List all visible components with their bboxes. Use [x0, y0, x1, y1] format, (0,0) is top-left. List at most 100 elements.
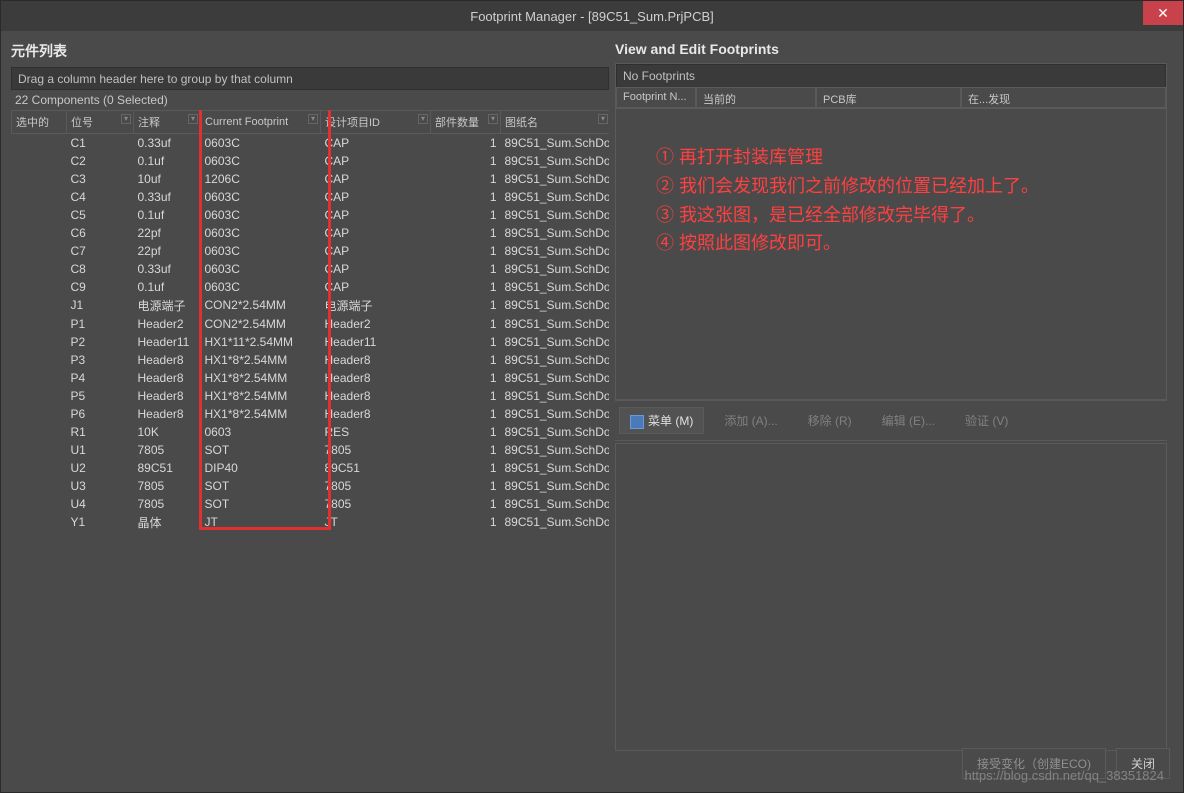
table-cell[interactable]	[12, 351, 67, 369]
validate-button[interactable]: 验证 (V)	[955, 408, 1018, 433]
table-cell[interactable]: C9	[67, 278, 134, 296]
table-cell[interactable]: 0603C	[201, 206, 321, 224]
table-row[interactable]: Y1晶体JTJT189C51_Sum.SchDoc	[12, 513, 610, 532]
table-cell[interactable]	[12, 278, 67, 296]
table-row[interactable]: C20.1uf0603CCAP189C51_Sum.SchDoc	[12, 152, 610, 170]
table-cell[interactable]: C3	[67, 170, 134, 188]
table-cell[interactable]: 0603C	[201, 278, 321, 296]
filter-icon[interactable]: ▾	[488, 114, 498, 124]
table-cell[interactable]: HX1*8*2.54MM	[201, 369, 321, 387]
close-dialog-button[interactable]: 关闭	[1116, 748, 1170, 779]
table-cell[interactable]: 89C51_Sum.SchDoc	[501, 495, 610, 513]
col-selected[interactable]: 选中的	[12, 111, 67, 134]
table-cell[interactable]: CAP	[321, 242, 431, 260]
table-row[interactable]: P5Header8HX1*8*2.54MMHeader8189C51_Sum.S…	[12, 387, 610, 405]
components-table[interactable]: 选中的 位号▾ 注释▾ Current Footprint▾ 设计项目ID▾ 部…	[11, 110, 609, 532]
table-cell[interactable]: 0.33uf	[134, 188, 201, 206]
table-cell[interactable]: 7805	[321, 441, 431, 459]
table-cell[interactable]: 1	[431, 224, 501, 242]
table-cell[interactable]: 89C51_Sum.SchDoc	[501, 387, 610, 405]
table-cell[interactable]: P4	[67, 369, 134, 387]
table-cell[interactable]: 1	[431, 369, 501, 387]
table-cell[interactable]: 1	[431, 459, 501, 477]
table-cell[interactable]: CAP	[321, 152, 431, 170]
table-cell[interactable]: Header8	[321, 369, 431, 387]
table-row[interactable]: C310uf1206CCAP189C51_Sum.SchDoc	[12, 170, 610, 188]
table-cell[interactable]: HX1*8*2.54MM	[201, 387, 321, 405]
fp-col-current[interactable]: 当前的	[696, 87, 816, 108]
table-cell[interactable]: 89C51_Sum.SchDoc	[501, 315, 610, 333]
table-cell[interactable]: 10K	[134, 423, 201, 441]
table-cell[interactable]: 0.1uf	[134, 206, 201, 224]
table-cell[interactable]: Header8	[134, 351, 201, 369]
table-cell[interactable]: 89C51_Sum.SchDoc	[501, 423, 610, 441]
table-cell[interactable]: SOT	[201, 495, 321, 513]
table-cell[interactable]: 7805	[134, 441, 201, 459]
col-sheet[interactable]: 图纸名▾	[501, 111, 610, 134]
table-row[interactable]: J1电源端子CON2*2.54MM电源端子189C51_Sum.SchDoc	[12, 296, 610, 315]
table-cell[interactable]: 晶体	[134, 513, 201, 532]
table-row[interactable]: P3Header8HX1*8*2.54MMHeader8189C51_Sum.S…	[12, 351, 610, 369]
table-row[interactable]: C622pf0603CCAP189C51_Sum.SchDoc	[12, 224, 610, 242]
table-cell[interactable]: 1	[431, 278, 501, 296]
table-cell[interactable]: 0603C	[201, 152, 321, 170]
col-comment[interactable]: 注释▾	[134, 111, 201, 134]
filter-icon[interactable]: ▾	[308, 114, 318, 124]
table-cell[interactable]: 1206C	[201, 170, 321, 188]
table-cell[interactable]: 89C51_Sum.SchDoc	[501, 296, 610, 315]
table-cell[interactable]: 1	[431, 296, 501, 315]
table-cell[interactable]: 1	[431, 441, 501, 459]
table-row[interactable]: C80.33uf0603CCAP189C51_Sum.SchDoc	[12, 260, 610, 278]
table-cell[interactable]	[12, 170, 67, 188]
table-cell[interactable]: CAP	[321, 224, 431, 242]
table-cell[interactable]: SOT	[201, 477, 321, 495]
table-cell[interactable]: 89C51_Sum.SchDoc	[501, 459, 610, 477]
table-cell[interactable]: P5	[67, 387, 134, 405]
table-cell[interactable]: 7805	[134, 495, 201, 513]
table-row[interactable]: P6Header8HX1*8*2.54MMHeader8189C51_Sum.S…	[12, 405, 610, 423]
table-cell[interactable]: Header8	[134, 387, 201, 405]
table-cell[interactable]: 电源端子	[321, 296, 431, 315]
table-cell[interactable]: P2	[67, 333, 134, 351]
table-cell[interactable]: 1	[431, 495, 501, 513]
table-cell[interactable]: 89C51_Sum.SchDoc	[501, 477, 610, 495]
table-cell[interactable]: P1	[67, 315, 134, 333]
table-cell[interactable]: U2	[67, 459, 134, 477]
table-cell[interactable]: JT	[321, 513, 431, 532]
table-cell[interactable]: 10uf	[134, 170, 201, 188]
table-cell[interactable]: Header2	[321, 315, 431, 333]
table-cell[interactable]: HX1*8*2.54MM	[201, 351, 321, 369]
table-row[interactable]: C10.33uf0603CCAP189C51_Sum.SchDoc	[12, 134, 610, 152]
table-row[interactable]: U47805SOT7805189C51_Sum.SchDoc	[12, 495, 610, 513]
table-cell[interactable]: 1	[431, 387, 501, 405]
table-cell[interactable]: 89C51_Sum.SchDoc	[501, 134, 610, 152]
table-cell[interactable]: U4	[67, 495, 134, 513]
table-cell[interactable]: 89C51_Sum.SchDoc	[501, 369, 610, 387]
table-cell[interactable]: 89C51_Sum.SchDoc	[501, 351, 610, 369]
table-cell[interactable]: 7805	[321, 495, 431, 513]
edit-button[interactable]: 编辑 (E)...	[872, 408, 945, 433]
table-cell[interactable]	[12, 387, 67, 405]
menu-button[interactable]: 菜单 (M)	[619, 407, 704, 434]
table-cell[interactable]: C4	[67, 188, 134, 206]
table-cell[interactable]: JT	[201, 513, 321, 532]
footprints-header-row[interactable]: Footprint N... 当前的 PCB库 在...发现	[616, 87, 1166, 109]
fp-col-pcblib[interactable]: PCB库	[816, 87, 961, 108]
table-cell[interactable]: 1	[431, 260, 501, 278]
table-cell[interactable]: Header11	[134, 333, 201, 351]
table-cell[interactable]: 1	[431, 423, 501, 441]
table-cell[interactable]: 0.33uf	[134, 260, 201, 278]
table-cell[interactable]: CAP	[321, 260, 431, 278]
table-cell[interactable]: CAP	[321, 170, 431, 188]
table-cell[interactable]: 7805	[321, 477, 431, 495]
table-cell[interactable]: 89C51	[321, 459, 431, 477]
table-row[interactable]: C50.1uf0603CCAP189C51_Sum.SchDoc	[12, 206, 610, 224]
table-cell[interactable]: 22pf	[134, 224, 201, 242]
table-row[interactable]: U17805SOT7805189C51_Sum.SchDoc	[12, 441, 610, 459]
table-cell[interactable]: DIP40	[201, 459, 321, 477]
table-cell[interactable]: 89C51_Sum.SchDoc	[501, 513, 610, 532]
col-footprint[interactable]: Current Footprint▾	[201, 111, 321, 134]
table-cell[interactable]	[12, 477, 67, 495]
table-cell[interactable]	[12, 495, 67, 513]
filter-icon[interactable]: ▾	[598, 114, 608, 124]
